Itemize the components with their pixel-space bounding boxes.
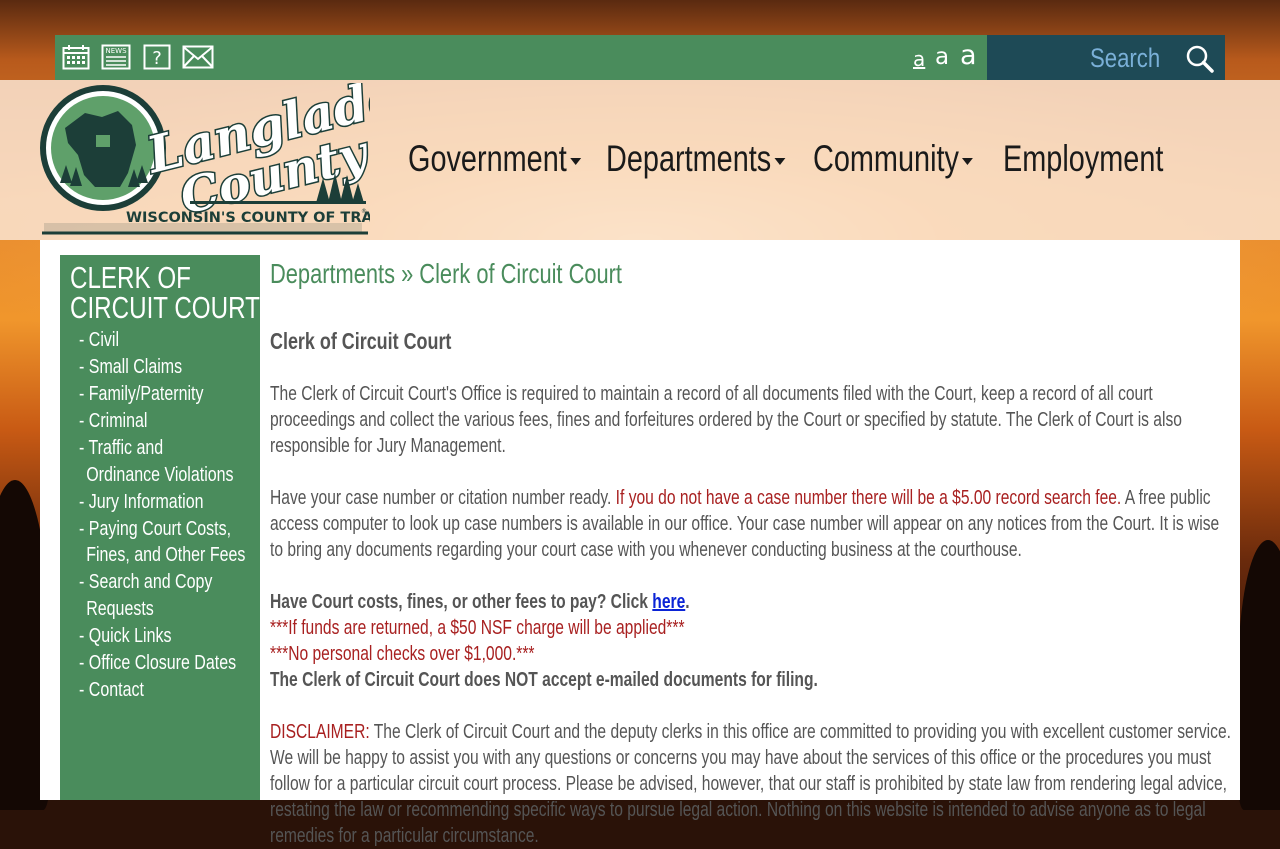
chevron-down-icon (962, 157, 973, 165)
nav-government-label: Government (408, 138, 567, 179)
nsf-notice: ***If funds are returned, a $50 NSF char… (270, 617, 685, 639)
nav-departments[interactable]: Departments (606, 138, 786, 180)
sidebar-item-criminal[interactable]: - Criminal (79, 408, 263, 435)
utility-bar: NEWS ? a a a (55, 35, 987, 80)
search-icon[interactable] (1185, 44, 1215, 74)
disclaimer-label: DISCLAIMER: (270, 721, 370, 743)
sidebar-item-office-closure[interactable]: - Office Closure Dates (79, 650, 263, 677)
sidebar-item-small-claims[interactable]: - Small Claims (79, 354, 263, 381)
chevron-down-icon (569, 157, 581, 165)
sidebar-item-paying-court-costs[interactable]: - Paying Court Costs, Fines, and Other F… (79, 516, 258, 569)
intro-paragraph: The Clerk of Circuit Court's Office is r… (270, 383, 1182, 457)
search-box[interactable]: Search (987, 35, 1225, 80)
pay-fees-link[interactable]: here (652, 591, 685, 613)
text-size-small-button[interactable]: a (913, 47, 925, 71)
search-fee-notice: If you do not have a case number there w… (615, 487, 1122, 509)
case-number-lead: Have your case number or citation number… (270, 487, 616, 509)
disclaimer-paragraph: DISCLAIMER: The Clerk of Circuit Court a… (270, 719, 1233, 849)
case-number-paragraph: Have your case number or citation number… (270, 485, 1233, 563)
text-size-large-button[interactable]: a (960, 40, 977, 71)
nav-government[interactable]: Government (408, 138, 581, 180)
sidebar-title[interactable]: CLERK OF CIRCUIT COURT (70, 262, 273, 323)
sidebar-item-quick-links[interactable]: - Quick Links (79, 623, 263, 650)
sidebar-item-search-copy[interactable]: - Search and Copy Requests (79, 569, 214, 622)
nav-community[interactable]: Community (813, 138, 973, 180)
sidebar-item-jury-information[interactable]: - Jury Information (79, 489, 263, 516)
pay-fees-lead: Have Court costs, fines, or other fees t… (270, 591, 653, 613)
nav-employment[interactable]: Employment (1003, 138, 1163, 180)
nav-community-label: Community (813, 138, 959, 179)
calendar-icon[interactable] (62, 44, 90, 70)
chevron-down-icon (774, 157, 786, 165)
news-icon[interactable]: NEWS (101, 44, 131, 70)
help-icon-symbol: ? (152, 48, 162, 69)
nav-employment-label: Employment (1003, 138, 1164, 179)
pay-fees-line: Have Court costs, fines, or other fees t… (270, 589, 1233, 615)
logo-tagline: WISCONSIN'S COUNTY OF TRAILS (126, 210, 370, 226)
county-logo[interactable]: Langlade County WISCONSIN'S COUNTY OF TR… (40, 64, 406, 238)
help-icon[interactable]: ? (143, 44, 171, 70)
sidebar-item-traffic-ordinance[interactable]: - Traffic and Ordinance Violations (79, 435, 234, 488)
search-input[interactable]: Search (1090, 43, 1160, 74)
sidebar-nav: CLERK OF CIRCUIT COURT - Civil - Small C… (60, 255, 260, 800)
mail-icon[interactable] (182, 44, 214, 70)
nav-departments-label: Departments (606, 138, 772, 179)
sidebar-item-contact[interactable]: - Contact (79, 677, 263, 704)
email-notice: The Clerk of Circuit Court does NOT acce… (270, 669, 818, 691)
disclaimer-text: The Clerk of Circuit Court and the deput… (270, 721, 1231, 847)
logo-trademark: ® (361, 208, 367, 215)
pay-fees-end: . (685, 591, 690, 613)
news-icon-label: NEWS (105, 47, 127, 55)
payment-block: Have Court costs, fines, or other fees t… (270, 589, 1233, 693)
checks-notice: ***No personal checks over $1,000.*** (270, 643, 535, 665)
text-size-medium-button[interactable]: a (935, 44, 949, 70)
sidebar-item-family-paternity[interactable]: - Family/Paternity (79, 381, 263, 408)
breadcrumb[interactable]: Departments » Clerk of Circuit Court (270, 258, 1233, 290)
sidebar-item-civil[interactable]: - Civil (79, 327, 263, 354)
page-heading: Clerk of Circuit Court (270, 328, 452, 354)
main-content: Departments » Clerk of Circuit Court Cle… (270, 258, 1233, 849)
